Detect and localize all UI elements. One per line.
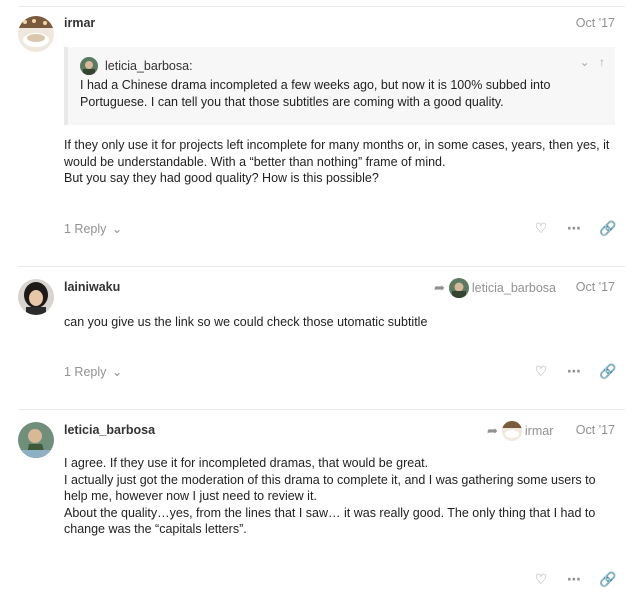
- post-leticia-barbosa: leticia_barbosa ➦ irmar Oct '17 I agree.…: [0, 409, 635, 593]
- post-paragraph: But you say they had good quality? How i…: [64, 171, 379, 185]
- avatar-image-icon: [18, 279, 54, 315]
- heart-icon[interactable]: ♡: [533, 220, 549, 236]
- link-icon[interactable]: 🔗: [599, 571, 616, 587]
- heart-icon[interactable]: ♡: [533, 363, 549, 379]
- post-actions: ♡ ⋯ 🔗: [516, 220, 617, 236]
- quote-block: leticia_barbosa: ⌄ ↑ I had a Chinese dra…: [64, 47, 615, 125]
- post-body: If they only use it for projects left in…: [64, 137, 613, 187]
- quote-header: leticia_barbosa:: [80, 57, 193, 75]
- reply-to[interactable]: ➦ leticia_barbosa: [434, 278, 556, 298]
- avatar[interactable]: [18, 422, 54, 458]
- chevron-down-icon[interactable]: ⌄: [580, 55, 590, 69]
- ellipsis-icon[interactable]: ⋯: [566, 571, 582, 587]
- post-body: I agree. If they use it for incompleted …: [64, 455, 613, 538]
- username[interactable]: irmar: [64, 16, 95, 30]
- reply-arrow-icon: ➦: [434, 280, 445, 295]
- post-irmar: irmar Oct '17 leticia_barbosa: ⌄ ↑ I had…: [0, 0, 635, 266]
- reply-to[interactable]: ➦ irmar: [487, 421, 553, 441]
- chevron-down-icon: ⌄: [111, 365, 123, 379]
- quote-controls: ⌄ ↑: [580, 55, 605, 69]
- post-lainiwaku: lainiwaku ➦ leticia_barbosa Oct '17 can …: [0, 266, 635, 409]
- avatar[interactable]: [18, 279, 54, 315]
- reply-to-avatar: [501, 421, 522, 441]
- quote-avatar: [80, 57, 98, 75]
- post-paragraph: If they only use it for projects left in…: [64, 138, 610, 169]
- reply-to-username: irmar: [524, 424, 554, 438]
- avatar[interactable]: [18, 16, 54, 52]
- post-paragraph: I agree. If they use it for incompleted …: [64, 456, 429, 470]
- reply-to-avatar: [448, 278, 469, 298]
- post-paragraph: I actually just got the moderation of th…: [64, 472, 596, 504]
- replies-count: 1 Reply: [64, 222, 107, 236]
- post-body: can you give us the link so we could che…: [64, 314, 613, 331]
- replies-toggle[interactable]: 1 Reply ⌄: [64, 364, 122, 379]
- post-actions: ♡ ⋯ 🔗: [516, 363, 617, 379]
- avatar-image-icon: [18, 422, 54, 458]
- reply-arrow-icon: ➦: [487, 423, 498, 438]
- avatar-image-icon: [18, 16, 54, 52]
- post-actions: ♡ ⋯ 🔗: [516, 571, 617, 587]
- replies-count: 1 Reply: [64, 365, 107, 379]
- post-date[interactable]: Oct '17: [576, 280, 615, 294]
- link-icon[interactable]: 🔗: [599, 363, 616, 379]
- post-date[interactable]: Oct '17: [576, 423, 615, 437]
- ellipsis-icon[interactable]: ⋯: [566, 363, 582, 379]
- username[interactable]: lainiwaku: [64, 280, 120, 294]
- replies-toggle[interactable]: 1 Reply ⌄: [64, 221, 122, 236]
- ellipsis-icon[interactable]: ⋯: [566, 220, 582, 236]
- link-icon[interactable]: 🔗: [599, 220, 616, 236]
- chevron-down-icon: ⌄: [111, 222, 123, 236]
- post-date[interactable]: Oct '17: [576, 16, 615, 30]
- arrow-up-icon[interactable]: ↑: [599, 55, 605, 69]
- quote-text: I had a Chinese drama incompleted a few …: [80, 78, 551, 109]
- post-paragraph: About the quality…yes, from the lines th…: [64, 505, 596, 537]
- post-paragraph: can you give us the link so we could che…: [64, 315, 428, 329]
- reply-to-username: leticia_barbosa: [471, 281, 556, 295]
- heart-icon[interactable]: ♡: [533, 571, 549, 587]
- username[interactable]: leticia_barbosa: [64, 423, 155, 437]
- quote-author[interactable]: leticia_barbosa:: [105, 59, 193, 73]
